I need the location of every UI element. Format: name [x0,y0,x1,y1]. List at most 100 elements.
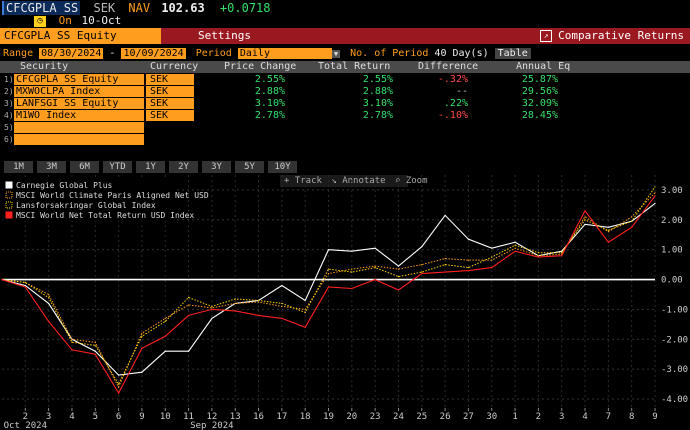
range-label: Range [3,48,34,59]
row-security: CFCGPLA SS Equity [16,74,119,85]
row-number: 5) [4,123,14,132]
y-tick-label: 3.00 [661,186,683,196]
settings-button[interactable]: Settings [161,28,288,44]
col-security: Security [20,61,69,72]
row-currency: SEK [150,98,169,109]
row-number: 6) [4,135,14,144]
empty-security-cell[interactable] [14,122,144,133]
data-point [281,302,283,305]
data-point [654,195,656,197]
data-point [118,383,120,385]
ticker-label[interactable]: CFCGPLA SS [2,1,81,15]
y-tick-label: 1.00 [661,246,683,256]
period-select[interactable]: Daily [237,48,332,59]
data-point [561,252,563,254]
x-tick-label: 23 [370,412,381,422]
row-currency: SEK [150,86,169,97]
num-period-label: No. of Period [350,48,429,59]
period-tab-ytd[interactable]: YTD [103,161,132,173]
col-currency: Currency [150,61,199,72]
security-field[interactable]: CFCGPLA SS Equity [0,28,161,44]
data-point [351,268,353,270]
data-point [141,347,143,349]
data-point [118,392,120,394]
data-point [234,310,236,312]
period-tab-10y[interactable]: 10Y [268,161,297,173]
data-point [187,350,190,352]
data-point [584,210,586,212]
x-tick-label: 16 [253,412,264,422]
range-start-input[interactable]: 08/30/2024 [39,48,104,59]
row-security: MXWOCLPA Index [16,86,101,97]
data-point [257,301,260,303]
data-point [537,255,539,257]
x-tick-label: 9 [652,412,657,422]
x-tick-label: 19 [323,412,334,422]
data-point [257,299,260,302]
row-annual-eq: 29.56% [521,86,558,97]
data-point [397,268,400,270]
x-tick-label: 18 [300,412,311,422]
row-annual-eq: 25.87% [521,74,558,85]
data-point [421,264,423,266]
row-total-return: 3.10% [362,98,393,109]
table-button[interactable]: Table [494,48,531,59]
row-total-return: 2.78% [362,110,393,121]
empty-security-cell[interactable] [14,134,144,145]
period-dropdown-icon[interactable]: ▼ [331,50,341,58]
x-tick-label: 7 [606,412,611,422]
data-point [444,264,446,266]
data-point [491,259,493,261]
legend-label: MSCI World Net Total Return USD Index [16,211,194,220]
data-point [397,275,400,278]
data-point [654,202,656,204]
row-number: 4) [4,111,14,120]
data-point [164,350,166,352]
period-tab-5y[interactable]: 5Y [235,161,264,173]
data-point [491,256,493,258]
data-point [48,293,50,296]
y-tick-label: 2.00 [661,216,683,226]
data-point [304,308,306,311]
on-label: On [58,14,72,27]
data-point [351,287,353,290]
period-label: Period [195,48,232,59]
period-tab-1y[interactable]: 1Y [136,161,165,173]
period-tab-6m[interactable]: 6M [70,161,99,173]
data-point [141,335,143,337]
comparative-returns-label: Comparative Returns [558,29,684,42]
data-point [94,353,96,355]
period-value: Daily [239,48,270,59]
data-point [374,265,376,267]
x-tick-label: 26 [440,412,451,422]
row-total-return: 2.55% [362,74,393,85]
data-point [211,308,213,311]
month-label: Oct 2024 [4,421,47,430]
data-point [187,314,190,316]
returns-chart[interactable]: 3.002.001.000.00-1.00-2.00-3.00-4.002 3 4 5… [0,173,690,430]
data-point [584,219,586,221]
row-difference: -.32% [437,74,468,85]
row-price-change: 2.88% [254,86,285,97]
range-end-input[interactable]: 10/09/2024 [121,48,186,59]
comparative-returns-button[interactable]: ↗ Comparative Returns [288,28,690,44]
period-tab-1m[interactable]: 1M [4,161,33,173]
data-point [257,314,260,316]
data-point [444,271,446,273]
data-point [94,341,96,343]
series-line-1 [1,202,656,376]
x-tick-label: 4 [582,412,587,422]
x-tick-label: 20 [346,412,357,422]
data-point [467,238,470,240]
period-tab-2y[interactable]: 2Y [169,161,198,173]
x-tick-label: 6 [116,412,121,422]
data-point [444,214,446,216]
period-tab-3y[interactable]: 3Y [202,161,231,173]
data-point [234,298,236,300]
x-tick-label: 30 [486,412,497,422]
data-point [327,268,330,270]
clock-icon: ◷ [34,15,46,27]
header-ticker-row: CFCGPLA SS SEK NAV 102.63 +0.0718 [2,1,271,15]
period-tab-3m[interactable]: 3M [37,161,66,173]
data-point [71,338,73,340]
